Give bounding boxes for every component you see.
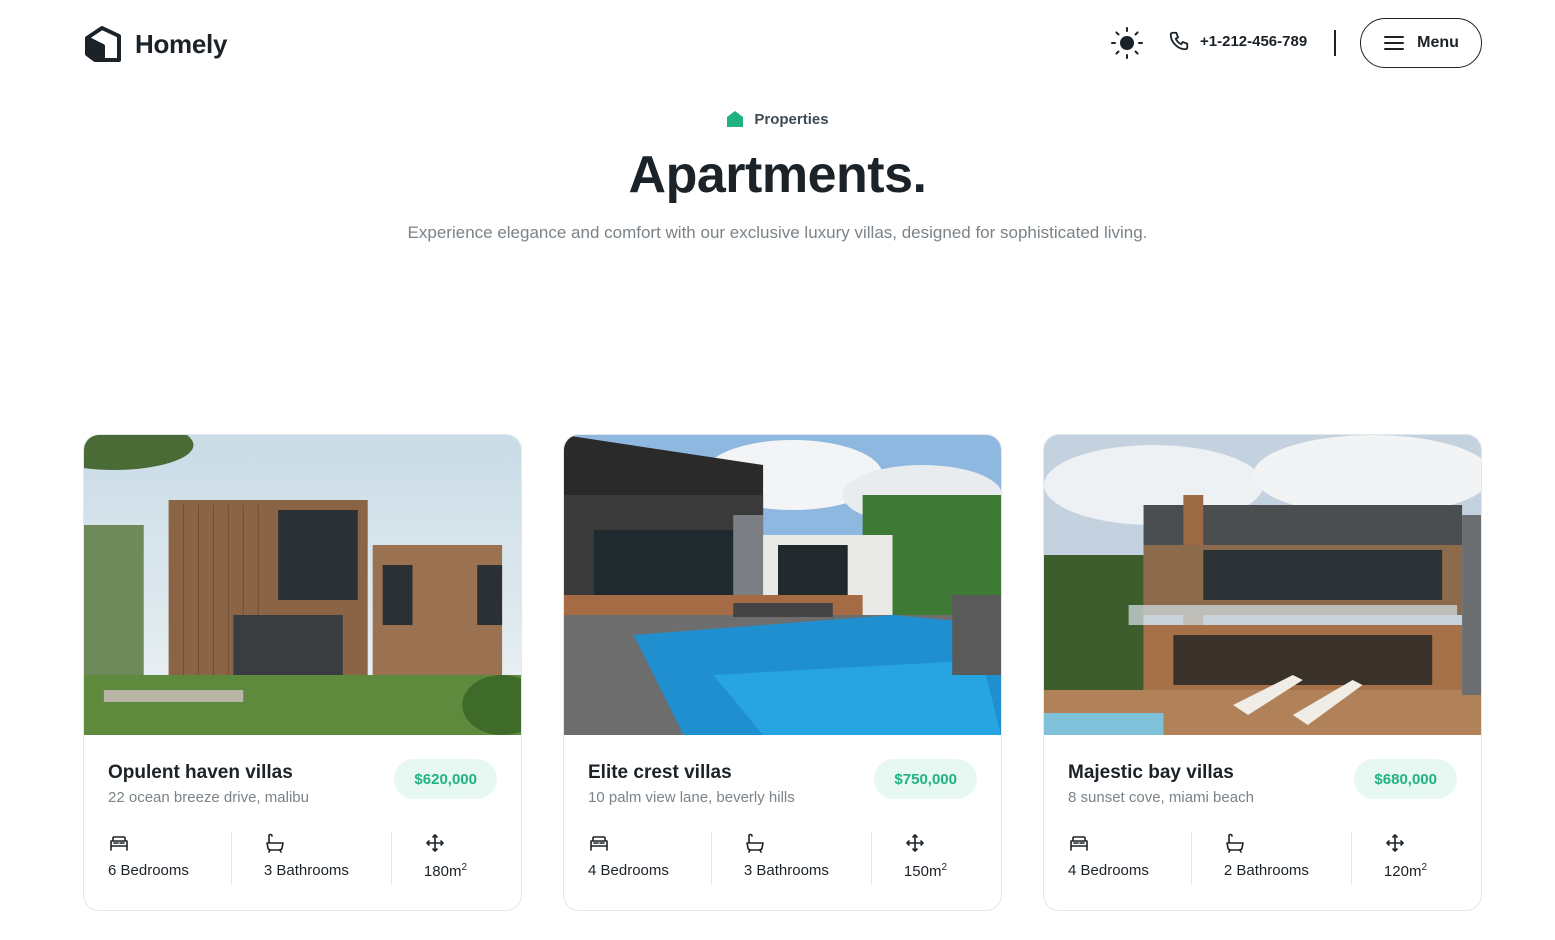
property-image [84,435,521,735]
property-specs: 6 Bedrooms 3 Bathrooms 180m2 [108,832,497,884]
price-badge: $680,000 [1354,759,1457,799]
bathtub-icon [746,833,764,853]
spec-divider [1350,832,1352,884]
bed-icon [590,836,608,851]
bathtub-icon [266,833,284,853]
brand-logo[interactable]: Homely [83,24,227,64]
theme-toggle-button[interactable] [1110,26,1144,60]
sun-icon [1111,27,1143,59]
spec-divider [1190,832,1192,884]
property-grid: Opulent haven villas 22 ocean breeze dri… [83,434,1482,911]
spec-divider [390,832,392,884]
bedrooms-label: 4 Bedrooms [1068,862,1149,879]
move-arrows-icon [1386,834,1404,852]
menu-button[interactable]: Menu [1360,18,1482,68]
spec-divider [710,832,712,884]
eyebrow-label: Properties [754,110,829,128]
phone-link[interactable]: +1-212-456-789 [1168,30,1307,52]
property-card[interactable]: Majestic bay villas 8 sunset cove, miami… [1043,434,1482,911]
page-title: Apartments. [628,146,927,204]
site-header: Homely +1-212-456-789 Menu [0,0,1555,86]
property-card[interactable]: Opulent haven villas 22 ocean breeze dri… [83,434,522,911]
bathtub-icon [1226,833,1244,853]
area-label: 150m2 [903,862,948,880]
spec-divider [870,832,872,884]
area-label: 120m2 [1383,862,1428,880]
bed-icon [1070,836,1088,851]
phone-icon [1169,31,1189,51]
property-card[interactable]: Elite crest villas 10 palm view lane, be… [563,434,1002,911]
menu-label: Menu [1417,34,1459,51]
property-specs: 4 Bedrooms 2 Bathrooms 120m2 [1068,832,1457,884]
home-icon [727,111,744,127]
hamburger-icon [1384,36,1405,50]
price-badge: $750,000 [874,759,977,799]
spec-area: 150m2 [904,832,957,884]
move-arrows-icon [906,834,924,852]
property-image [564,435,1001,735]
page-subtitle: Experience elegance and comfort with our… [407,223,1148,242]
brand-name: Homely [135,28,228,59]
house-logo-icon [85,26,121,62]
property-specs: 4 Bedrooms 3 Bathrooms 150m2 [588,832,977,884]
property-image [1044,435,1481,735]
spec-bathrooms: 3 Bathrooms [744,832,839,884]
spec-bedrooms: 4 Bedrooms [1068,832,1159,884]
spec-divider [230,832,232,884]
spec-bathrooms: 2 Bathrooms [1224,832,1319,884]
spec-area: 180m2 [424,832,477,884]
section-eyebrow: Properties [726,110,829,128]
bedrooms-label: 6 Bedrooms [108,862,189,879]
phone-number: +1-212-456-789 [1200,32,1308,50]
spec-bedrooms: 4 Bedrooms [588,832,679,884]
price-badge: $620,000 [394,759,497,799]
bathrooms-label: 3 Bathrooms [263,862,349,879]
spec-bedrooms: 6 Bedrooms [108,832,199,884]
bedrooms-label: 4 Bedrooms [588,862,669,879]
area-label: 180m2 [423,862,468,880]
spec-bathrooms: 3 Bathrooms [264,832,359,884]
bed-icon [110,836,128,851]
header-divider [1334,30,1336,56]
move-arrows-icon [426,834,444,852]
bathrooms-label: 2 Bathrooms [1223,862,1309,879]
bathrooms-label: 3 Bathrooms [743,862,829,879]
spec-area: 120m2 [1384,832,1437,884]
section-heading: Properties Apartments. Experience elegan… [0,110,1555,243]
